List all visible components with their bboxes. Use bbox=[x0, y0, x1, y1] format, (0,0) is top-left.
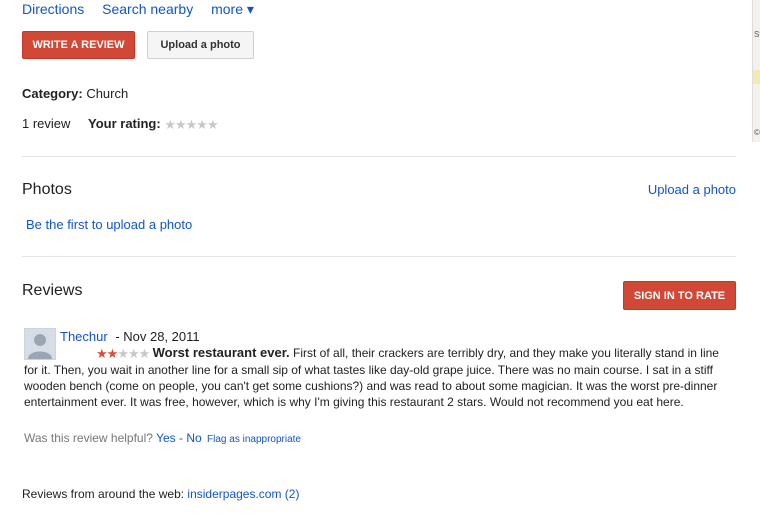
photos-upload-link[interactable]: Upload a photo bbox=[648, 182, 736, 197]
first-upload-link[interactable]: Be the first to upload a photo bbox=[26, 217, 192, 232]
review-stars: ★★★★★ bbox=[60, 345, 151, 362]
review-title: Worst restaurant ever. bbox=[152, 345, 290, 360]
map-preview[interactable]: St © bbox=[752, 0, 760, 142]
star-empty-icon: ★ bbox=[138, 345, 151, 361]
review-author[interactable]: Thechur bbox=[60, 329, 108, 344]
helpful-yes-link[interactable]: Yes bbox=[156, 431, 176, 445]
flag-link[interactable]: Flag as inappropriate bbox=[207, 434, 301, 445]
star-empty-icon: ★ bbox=[164, 116, 176, 132]
star-filled-icon: ★ bbox=[106, 345, 119, 361]
more-dropdown[interactable]: more ▾ bbox=[211, 1, 254, 17]
your-rating-stars[interactable]: ★★★★★ bbox=[164, 116, 219, 133]
search-nearby-link[interactable]: Search nearby bbox=[102, 1, 193, 17]
your-rating-label: Your rating: bbox=[88, 116, 161, 131]
helpful-no-link[interactable]: No bbox=[186, 431, 201, 445]
reviews-heading: Reviews bbox=[22, 282, 83, 299]
helpful-separator: - bbox=[179, 431, 183, 445]
map-road bbox=[753, 70, 760, 84]
category-label: Category: bbox=[22, 86, 83, 101]
sign-in-to-rate-button[interactable]: SIGN IN TO RATE bbox=[623, 281, 736, 310]
your-rating: Your rating: ★★★★★ bbox=[88, 116, 219, 133]
category-value: Church bbox=[86, 86, 129, 101]
star-empty-icon: ★ bbox=[185, 116, 198, 132]
divider bbox=[22, 156, 736, 157]
directions-link[interactable]: Directions bbox=[22, 1, 84, 17]
from-web-link[interactable]: insiderpages.com (2) bbox=[187, 487, 299, 501]
star-empty-icon: ★ bbox=[196, 116, 208, 132]
helpful-label: Was this review helpful? bbox=[24, 431, 153, 445]
review-date: - Nov 28, 2011 bbox=[115, 329, 200, 344]
review-count: 1 review bbox=[22, 116, 71, 131]
star-empty-icon: ★ bbox=[117, 345, 129, 361]
divider bbox=[22, 256, 736, 257]
star-empty-icon: ★ bbox=[206, 116, 219, 132]
map-copyright: © bbox=[754, 128, 760, 137]
rating-row: 1 review bbox=[22, 116, 70, 131]
photos-heading: Photos bbox=[22, 181, 72, 198]
from-web-row: Reviews from around the web: insiderpage… bbox=[22, 487, 299, 501]
review-meta: Thechur - Nov 28, 2011 bbox=[60, 329, 200, 344]
top-links: Directions Search nearby more ▾ bbox=[22, 1, 254, 18]
from-web-label: Reviews from around the web: bbox=[22, 487, 185, 501]
review-body-block: ★★★★★ Worst restaurant ever. First of al… bbox=[24, 345, 736, 410]
helpful-row: Was this review helpful? Yes - No Flag a… bbox=[24, 431, 301, 445]
star-empty-icon: ★ bbox=[127, 345, 140, 361]
star-empty-icon: ★ bbox=[174, 116, 187, 132]
star-filled-icon: ★ bbox=[96, 345, 108, 361]
upload-photo-button[interactable]: Upload a photo bbox=[147, 31, 254, 59]
map-street-label: St bbox=[754, 30, 760, 39]
category-row: Category: Church bbox=[22, 86, 128, 101]
write-review-button[interactable]: WRITE A REVIEW bbox=[22, 31, 135, 59]
